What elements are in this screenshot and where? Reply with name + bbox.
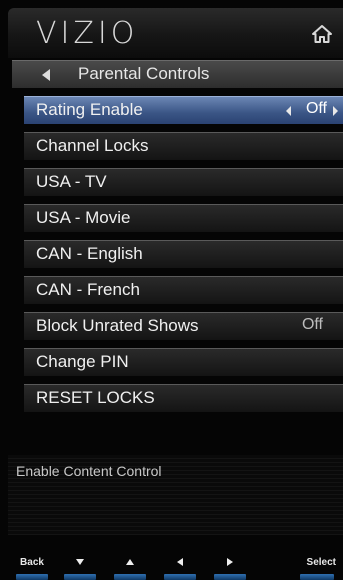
menu-list: Rating Enable Off Channel Locks USA - TV… bbox=[24, 96, 343, 420]
down-arrow-icon bbox=[76, 559, 84, 566]
menu-item-label: USA - TV bbox=[36, 172, 107, 191]
menu-item-can-english[interactable]: CAN - English bbox=[24, 240, 343, 268]
menu-item-label: Block Unrated Shows bbox=[36, 316, 199, 335]
menu-item-change-pin[interactable]: Change PIN bbox=[24, 348, 343, 376]
menu-item-label: RESET LOCKS bbox=[36, 388, 155, 407]
footer-bar: Back Select bbox=[8, 553, 343, 580]
tv-screen: VIZIO Parental Controls Rating Enable Of… bbox=[0, 0, 343, 580]
up-button[interactable] bbox=[108, 553, 152, 580]
breadcrumb-title: Parental Controls bbox=[78, 64, 210, 83]
value-left-arrow-icon[interactable] bbox=[286, 106, 291, 116]
menu-item-can-french[interactable]: CAN - French bbox=[24, 276, 343, 304]
select-button-label: Select bbox=[306, 557, 336, 568]
menu-item-label: CAN - English bbox=[36, 244, 143, 263]
left-button-bar bbox=[164, 574, 196, 580]
left-button[interactable] bbox=[158, 553, 202, 580]
right-button-bar bbox=[214, 574, 246, 580]
menu-item-label: CAN - French bbox=[36, 280, 140, 299]
vizio-logo: VIZIO bbox=[36, 16, 139, 51]
menu-item-value: Off bbox=[301, 316, 323, 333]
home-icon[interactable] bbox=[311, 24, 333, 44]
description-text: Enable Content Control bbox=[16, 463, 162, 479]
back-button-label: Back bbox=[20, 557, 44, 568]
back-arrow-icon[interactable] bbox=[42, 69, 50, 81]
header-bar: VIZIO bbox=[8, 8, 343, 58]
select-button[interactable]: Select bbox=[270, 553, 340, 580]
up-arrow-icon bbox=[126, 559, 134, 566]
left-arrow-icon bbox=[177, 558, 183, 567]
menu-item-label: Change PIN bbox=[36, 352, 129, 371]
menu-item-usa-movie[interactable]: USA - Movie bbox=[24, 204, 343, 232]
menu-item-block-unrated-shows[interactable]: Block Unrated Shows Off bbox=[24, 312, 343, 340]
select-button-bar bbox=[300, 574, 334, 580]
menu-item-usa-tv[interactable]: USA - TV bbox=[24, 168, 343, 196]
back-button-bar bbox=[16, 574, 48, 580]
menu-item-reset-locks[interactable]: RESET LOCKS bbox=[24, 384, 343, 412]
down-button-bar bbox=[64, 574, 96, 580]
menu-item-value: Off bbox=[305, 100, 327, 117]
menu-item-label: USA - Movie bbox=[36, 208, 131, 227]
menu-item-channel-locks[interactable]: Channel Locks bbox=[24, 132, 343, 160]
breadcrumb: Parental Controls bbox=[12, 60, 343, 88]
back-button[interactable]: Back bbox=[10, 553, 54, 580]
menu-item-rating-enable[interactable]: Rating Enable Off bbox=[24, 96, 343, 124]
value-right-arrow-icon[interactable] bbox=[333, 106, 338, 116]
up-button-bar bbox=[114, 574, 146, 580]
right-arrow-icon bbox=[227, 558, 233, 567]
menu-item-label: Channel Locks bbox=[36, 136, 149, 155]
description-panel: Enable Content Control bbox=[8, 455, 343, 535]
menu-item-label: Rating Enable bbox=[36, 100, 143, 119]
down-button[interactable] bbox=[58, 553, 102, 580]
right-button[interactable] bbox=[208, 553, 252, 580]
